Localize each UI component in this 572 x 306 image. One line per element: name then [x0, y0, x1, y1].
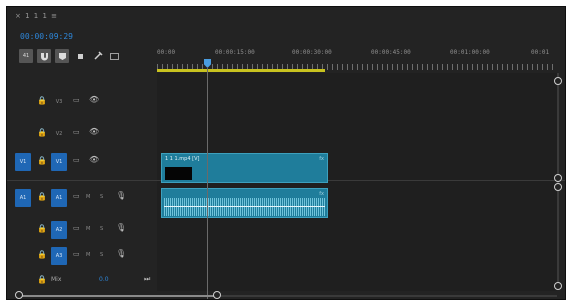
- lock-icon[interactable]: 🔒: [37, 156, 47, 165]
- video-clip[interactable]: 1 1 1.mp4 [V] fx: [161, 153, 328, 183]
- work-area-bar[interactable]: [157, 69, 325, 72]
- vertical-scroll-handle-bottom[interactable]: [554, 282, 562, 290]
- marker-icon: [77, 53, 83, 59]
- track-a2-header: 🔒 A2 ▭ M S 🎙: [7, 219, 157, 241]
- track-v2-target[interactable]: V2: [51, 125, 67, 143]
- timeline-settings-button[interactable]: [91, 49, 105, 63]
- fx-badge: fx: [319, 156, 324, 162]
- playhead-timecode[interactable]: 00:00:09:29: [20, 32, 73, 41]
- lock-icon[interactable]: 🔒: [37, 224, 47, 233]
- volume-rubberband[interactable]: [164, 206, 325, 207]
- track-a1-target[interactable]: A1: [51, 189, 67, 207]
- mute-button[interactable]: M: [86, 194, 90, 200]
- solo-button[interactable]: S: [100, 252, 103, 258]
- track-a3-target[interactable]: A3: [51, 247, 67, 265]
- track-v3-target[interactable]: V3: [51, 93, 67, 111]
- audio-clip[interactable]: fx: [161, 188, 328, 218]
- fx-badge: fx: [319, 191, 324, 197]
- ruler-label-3: 00:00:45:00: [371, 49, 411, 56]
- microphone-icon[interactable]: 🎙: [116, 249, 126, 258]
- go-to-end-icon[interactable]: ⏭: [144, 275, 150, 284]
- source-patch-v1[interactable]: V1: [15, 153, 31, 171]
- eye-icon[interactable]: 👁: [89, 95, 99, 104]
- track-v1-target[interactable]: V1: [51, 153, 67, 171]
- timeline-panel: × 1 1 1 ≡ 00:00:09:29 41 00:00 00:00:15:…: [6, 6, 566, 300]
- lock-icon[interactable]: 🔒: [37, 275, 47, 284]
- snap-button[interactable]: [37, 49, 51, 63]
- lock-icon[interactable]: 🔒: [37, 128, 47, 137]
- insert-sequence-as-nest-button[interactable]: 41: [19, 49, 33, 63]
- captions-button[interactable]: [107, 49, 121, 63]
- microphone-icon[interactable]: 🎙: [116, 223, 126, 232]
- microphone-icon[interactable]: 🎙: [116, 191, 126, 200]
- wrench-icon: [94, 51, 103, 60]
- track-mix-header: 🔒 Mix 0.0 ⏭: [7, 271, 157, 293]
- mute-button[interactable]: M: [86, 226, 90, 232]
- lock-icon[interactable]: 🔒: [37, 192, 47, 201]
- sync-lock-icon[interactable]: ▭: [73, 224, 80, 232]
- vertical-scroll-handle-top[interactable]: [554, 77, 562, 85]
- playhead-line: [207, 67, 208, 299]
- sync-lock-icon[interactable]: ▭: [73, 250, 80, 258]
- mix-label: Mix: [51, 276, 62, 283]
- track-a1-header: A1 🔒 A1 ▭ M S 🎙: [7, 187, 157, 209]
- clip-name: 1 1 1.mp4 [V]: [165, 156, 200, 162]
- sync-lock-icon[interactable]: ▭: [73, 156, 80, 164]
- panel-title[interactable]: × 1 1 1 ≡: [15, 12, 58, 20]
- audio-waveform: [164, 198, 325, 216]
- sync-lock-icon[interactable]: ▭: [73, 96, 80, 104]
- zoom-handle-right[interactable]: [213, 291, 221, 299]
- sync-lock-icon[interactable]: ▭: [73, 128, 80, 136]
- vertical-scroll-handle-audio[interactable]: [554, 183, 562, 191]
- sync-lock-icon[interactable]: ▭: [73, 192, 80, 200]
- zoom-handle-left[interactable]: [15, 291, 23, 299]
- mute-button[interactable]: M: [86, 252, 90, 258]
- eye-icon[interactable]: 👁: [89, 155, 99, 164]
- linked-selection-button[interactable]: [55, 49, 69, 63]
- ruler-label-5: 00:01: [531, 49, 550, 56]
- add-marker-button[interactable]: [73, 49, 87, 63]
- mix-volume-value[interactable]: 0.0: [99, 276, 109, 283]
- eye-icon[interactable]: 👁: [89, 127, 99, 136]
- nest-label: 41: [22, 53, 30, 59]
- lock-icon[interactable]: 🔒: [37, 250, 47, 259]
- ruler-label-2: 00:00:30:00: [292, 49, 332, 56]
- source-patch-a1[interactable]: A1: [15, 189, 31, 207]
- track-a2-target[interactable]: A2: [51, 221, 67, 239]
- lock-icon[interactable]: 🔒: [37, 96, 47, 105]
- clip-thumbnail: [165, 167, 192, 180]
- track-a3-header: 🔒 A3 ▭ M S 🎙: [7, 245, 157, 267]
- vertical-scroll-handle-mid[interactable]: [554, 174, 562, 182]
- link-icon: [58, 52, 66, 60]
- track-v1-header: V1 🔒 V1 ▭ 👁: [7, 151, 157, 173]
- ruler-label-4: 00:01:00:00: [450, 49, 490, 56]
- snap-icon: [40, 52, 48, 60]
- solo-button[interactable]: S: [100, 226, 103, 232]
- ruler-label-0: 00:00: [157, 49, 176, 56]
- captions-icon: [109, 52, 119, 60]
- horizontal-scroll-thumb[interactable]: [21, 295, 217, 297]
- track-v3-header: 🔒 V3 ▭ 👁: [7, 91, 157, 113]
- ruler-label-1: 00:00:15:00: [215, 49, 255, 56]
- track-v2-header: 🔒 V2 ▭ 👁: [7, 123, 157, 145]
- solo-button[interactable]: S: [100, 194, 103, 200]
